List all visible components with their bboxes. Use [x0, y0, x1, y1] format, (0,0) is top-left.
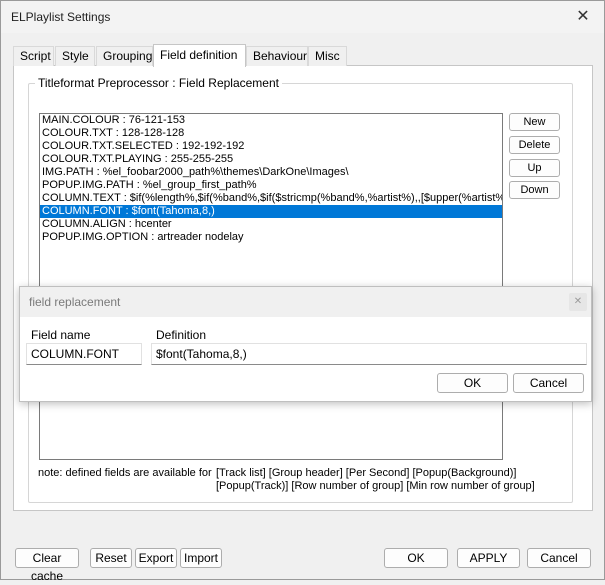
note-fields-line1: [Track list] [Group header] [Per Second]… [216, 467, 517, 479]
definition-value: $font(Tahoma,8,) [156, 347, 247, 361]
window-title: ELPlaylist Settings [11, 10, 111, 24]
dialog-cancel-button[interactable]: Cancel [513, 373, 584, 393]
import-button[interactable]: Import [180, 548, 222, 568]
field-name-label: Field name [31, 328, 91, 342]
note-label: note: defined fields are available for [38, 467, 212, 479]
title-bar: ELPlaylist Settings ✕ [1, 1, 604, 33]
list-item[interactable]: COLOUR.TXT.PLAYING : 255-255-255 [40, 153, 502, 166]
delete-button[interactable]: Delete [509, 136, 560, 154]
dialog-ok-button[interactable]: OK [437, 373, 508, 393]
list-item[interactable]: MAIN.COLOUR : 76-121-153 [40, 114, 502, 127]
note-fields-line2: [Popup(Track)] [Row number of group] [Mi… [216, 480, 535, 492]
group-label: Titleformat Preprocessor : Field Replace… [35, 76, 282, 90]
field-name-value: COLUMN.FONT [31, 347, 119, 361]
settings-window: ELPlaylist Settings ✕ Script Style Group… [0, 0, 605, 583]
definition-input[interactable]: $font(Tahoma,8,) [151, 343, 587, 365]
note-fields: [Track list] [Group header] [Per Second]… [216, 467, 566, 493]
definition-label: Definition [156, 328, 207, 342]
close-icon[interactable]: ✕ [568, 5, 598, 29]
tab-field-definition[interactable]: Field definition [153, 44, 246, 67]
clear-cache-button[interactable]: Clear cache [15, 548, 79, 583]
tab-grouping[interactable]: Grouping [96, 46, 153, 66]
tab-style[interactable]: Style [55, 46, 95, 66]
dialog-title-bar: field replacement ✕ [20, 287, 591, 317]
apply-button[interactable]: APPLY [457, 548, 520, 568]
list-item[interactable]: POPUP.IMG.PATH : %el_group_first_path% [40, 179, 502, 192]
tab-script[interactable]: Script [13, 46, 54, 66]
down-button[interactable]: Down [509, 181, 560, 199]
cancel-button[interactable]: Cancel [527, 548, 591, 568]
list-item[interactable]: POPUP.IMG.OPTION : artreader nodelay [40, 231, 502, 244]
list-item[interactable]: COLUMN.TEXT : $if(%length%,$if(%band%,$i… [40, 192, 502, 205]
field-replacement-dialog: field replacement ✕ Field name Definitio… [19, 286, 592, 402]
list-item[interactable]: COLUMN.ALIGN : hcenter [40, 218, 502, 231]
list-item[interactable]: IMG.PATH : %el_foobar2000_path%\themes\D… [40, 166, 502, 179]
ok-button[interactable]: OK [384, 548, 448, 568]
up-button[interactable]: Up [509, 159, 560, 177]
list-item[interactable]: COLOUR.TXT : 128-128-128 [40, 127, 502, 140]
dialog-body: Field name Definition COLUMN.FONT $font(… [20, 317, 591, 401]
new-button[interactable]: New [509, 113, 560, 131]
export-button[interactable]: Export [135, 548, 177, 568]
tab-behaviour[interactable]: Behaviour [246, 46, 308, 66]
dialog-title: field replacement [29, 295, 121, 309]
list-item-selected[interactable]: COLUMN.FONT : $font(Tahoma,8,) [40, 205, 502, 218]
dialog-close-icon[interactable]: ✕ [569, 293, 587, 311]
field-name-input[interactable]: COLUMN.FONT [26, 343, 142, 365]
list-item[interactable]: COLOUR.TXT.SELECTED : 192-192-192 [40, 140, 502, 153]
tab-misc[interactable]: Misc [308, 46, 347, 66]
reset-button[interactable]: Reset [90, 548, 132, 568]
